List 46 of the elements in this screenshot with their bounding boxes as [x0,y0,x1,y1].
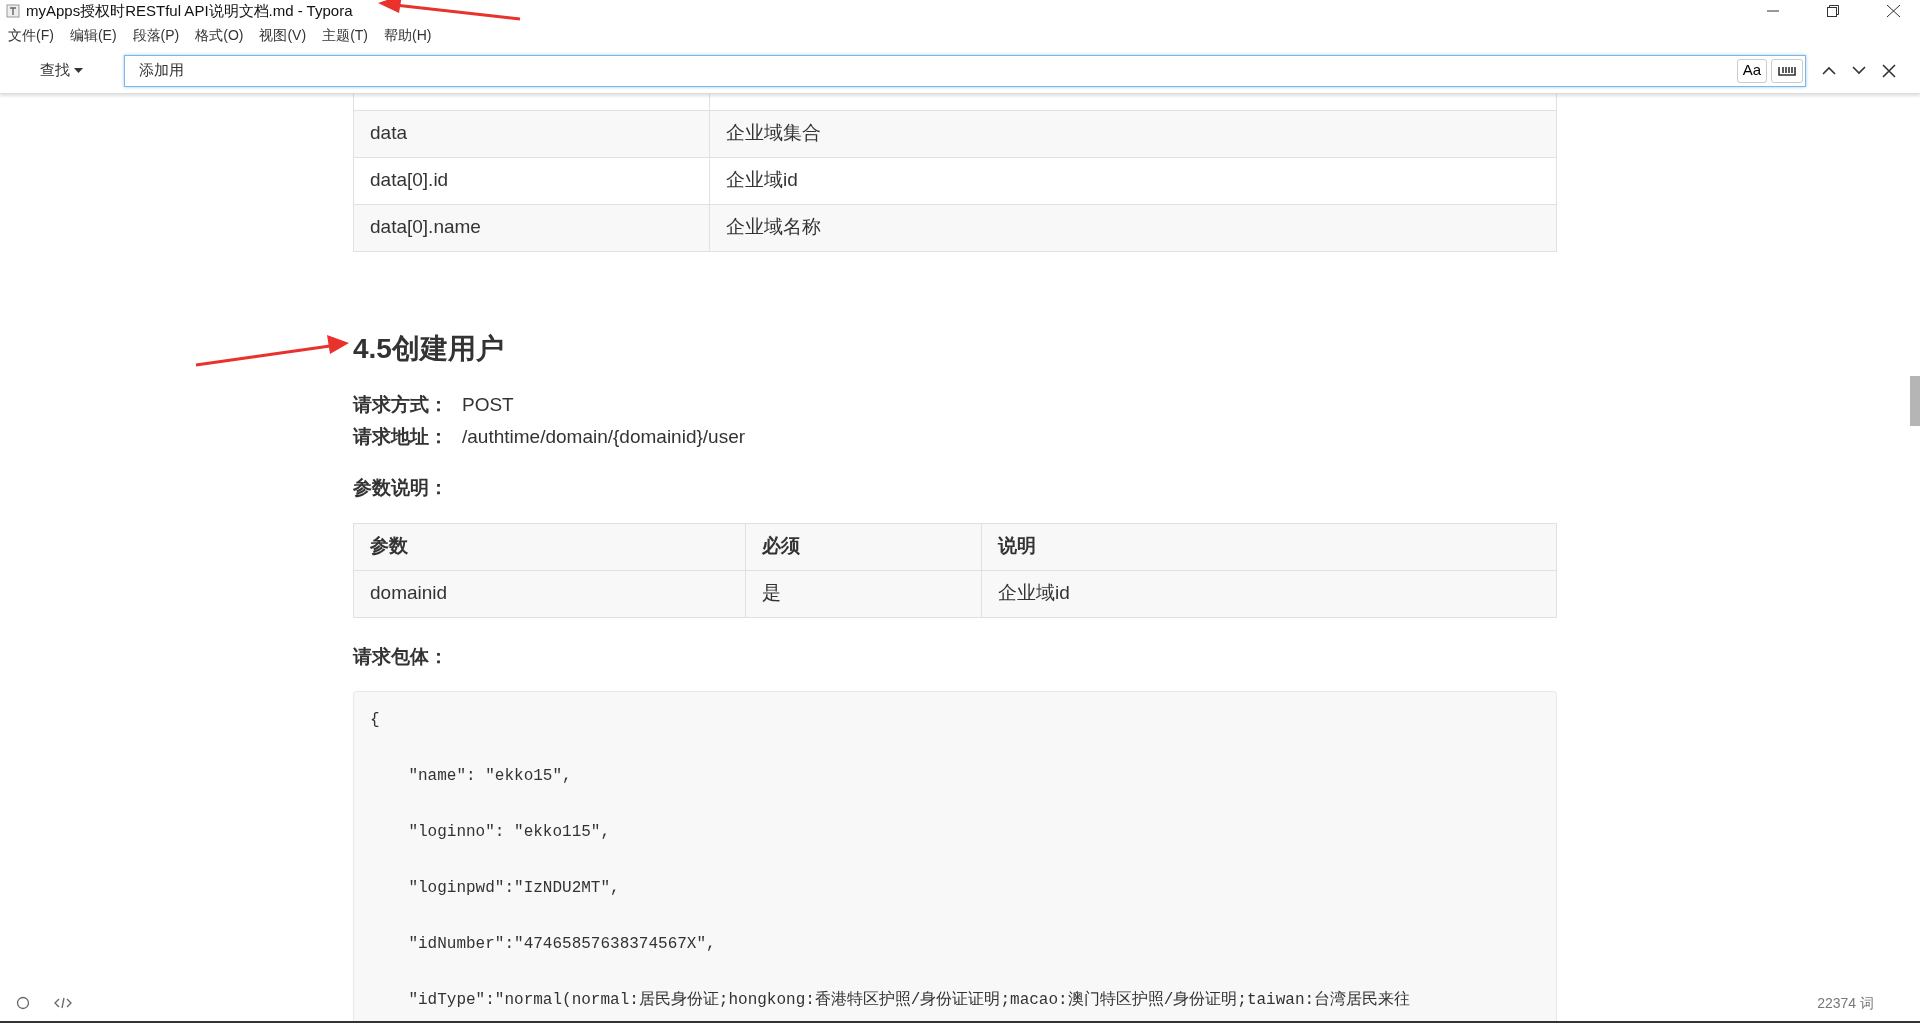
scrollbar-thumb[interactable] [1910,376,1920,426]
subheading: 参数说明： [353,476,449,501]
find-mode-dropdown[interactable]: 查找 [40,59,120,82]
code-icon[interactable] [54,996,72,1010]
table-cell: data[0].name [353,204,710,251]
code-line: "idType":"normal(normal:居民身份证;hongkong:香港特区护照/身份证证明;macao:澳门特区护照/身份证明;taiwan:台湾居民来往 [407,991,1411,1010]
menu-item[interactable]: 格式(O) [187,24,252,46]
table-cell: domainid [353,570,746,618]
menu-item[interactable]: 编辑(E) [61,24,125,46]
table-cell: data[0].id [353,157,710,204]
column-header: 参数 [353,523,746,571]
subheading: 请求包体： [353,644,449,669]
menu-item[interactable]: 视图(V) [251,24,315,46]
table-cell: 企业域名称 [709,204,1557,251]
table-cell: 企业域集合 [709,110,1557,157]
window-title: myApps授权时RESTful API说明文档.md - Typora [26,0,353,21]
chevron-up-icon [1822,66,1836,75]
app-icon [6,4,20,18]
caret-icon [74,67,83,74]
word-count: 22374 词 [1817,993,1874,1013]
table-cell: 是 [745,570,982,618]
close-icon[interactable] [1887,4,1900,18]
field-label: 请求方式： [353,394,448,416]
field-value: POST [462,394,514,416]
column-header: 必须 [745,523,982,571]
field-label: 请求地址： [353,426,448,448]
column-header: 说明 [981,523,1557,571]
code-line: "loginno": "ekko115", [407,823,611,842]
section-heading: 4.5创建用户 [353,331,505,366]
restore-icon[interactable] [1827,4,1839,18]
field-value: /authtime/domain/{domainid}/user [462,426,746,448]
code-line: "idNumber":"47465857638374567X", [407,935,716,954]
circle-icon[interactable] [16,996,30,1010]
close-icon [1882,63,1896,78]
code-line: "name": "ekko15", [407,767,572,786]
menu-item[interactable]: 帮助(H) [376,24,440,46]
code-line: "loginpwd":"IzNDU2MT", [407,879,620,898]
menu-item[interactable]: 段落(P) [124,24,188,46]
table-cell: data [353,110,710,157]
menu-item[interactable]: 文件(F) [0,24,62,46]
table-cell: 企业域id [709,157,1557,204]
chevron-down-icon [1852,66,1866,75]
table-cell: 企业域id [981,570,1557,618]
whole-word-button[interactable] [1771,58,1803,83]
menu-item[interactable]: 主题(T) [314,24,376,46]
code-line: { [370,711,380,730]
